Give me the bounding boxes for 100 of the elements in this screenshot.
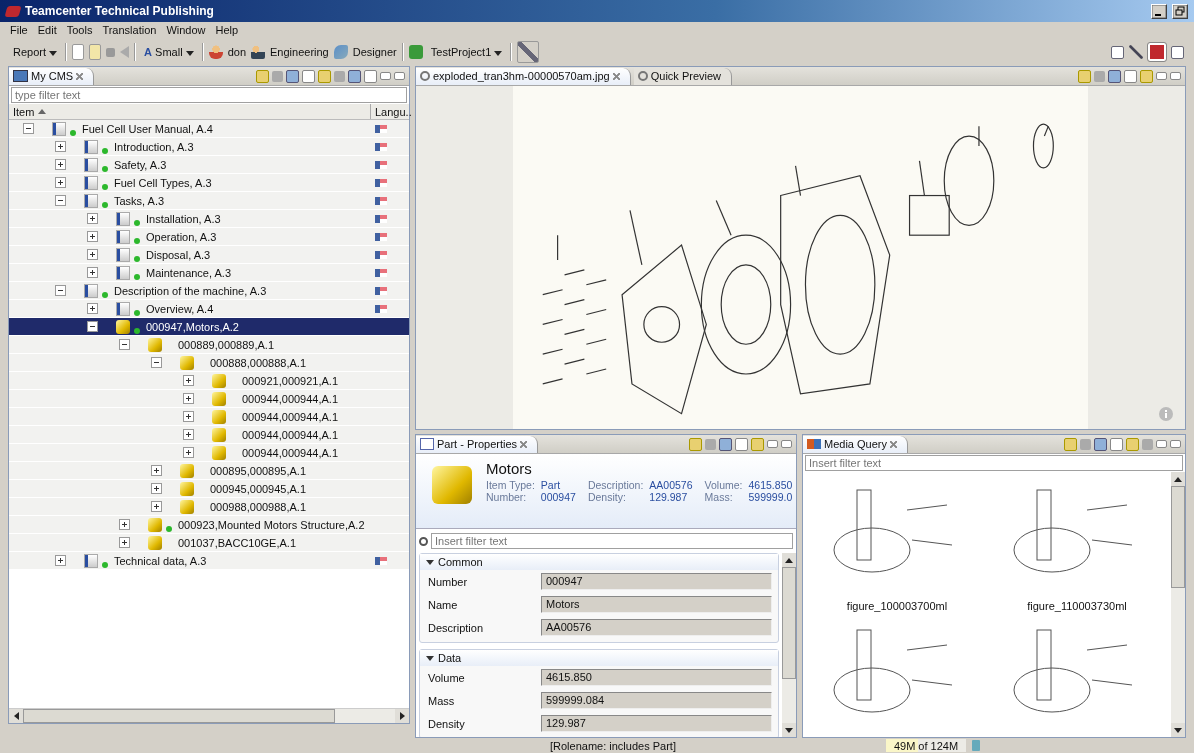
expand-toggle[interactable] [119, 519, 130, 530]
font-size-dropdown[interactable]: A Small [141, 44, 197, 60]
filter-field[interactable]: type filter text [11, 87, 407, 103]
expand-toggle[interactable] [55, 177, 66, 188]
tree-row[interactable]: 001037,BACC10GE,A.1 [9, 534, 409, 552]
menu-item[interactable]: Help [211, 24, 245, 36]
section-title[interactable]: Data [438, 652, 462, 664]
panel-tab[interactable]: Media Query [803, 435, 908, 453]
tree-row[interactable]: Disposal, A.3 [9, 246, 409, 264]
vertical-scrollbar[interactable] [1171, 472, 1185, 737]
expand-toggle[interactable] [183, 375, 194, 386]
filter-field[interactable]: Insert filter text [805, 455, 1183, 471]
tree-row[interactable]: 000888,000888,A.1 [9, 354, 409, 372]
field-label: Density [428, 717, 466, 730]
panel-tab[interactable]: Part - Properties [416, 435, 539, 453]
expand-toggle[interactable] [151, 501, 162, 512]
expand-toggle[interactable] [55, 141, 66, 152]
tree-row[interactable]: 000921,000921,A.1 [9, 372, 409, 390]
maximize-icon[interactable] [394, 72, 405, 80]
tree-row[interactable]: Safety, A.3 [9, 156, 409, 174]
role-name[interactable]: Designer [352, 46, 397, 58]
collapse-toggle[interactable] [87, 321, 98, 332]
tree-item-label: 000921,000921,A.1 [242, 374, 339, 387]
tree-row[interactable]: 000944,000944,A.1 [9, 444, 409, 462]
report-dropdown[interactable]: Report [10, 44, 61, 60]
user-name[interactable]: don [227, 46, 246, 58]
tree-row[interactable]: Operation, A.3 [9, 228, 409, 246]
maximize-icon[interactable] [781, 440, 792, 448]
tree-item-label: Safety, A.3 [114, 158, 167, 171]
tree-row[interactable]: Fuel Cell Types, A.3 [9, 174, 409, 192]
caret-icon[interactable] [426, 559, 434, 565]
tree-row[interactable]: Description of the machine, A.3 [9, 282, 409, 300]
tree-row[interactable]: Installation, A.3 [9, 210, 409, 228]
summary-label: Item Type: [486, 479, 535, 491]
panel-tab[interactable]: My CMS [9, 67, 95, 85]
tree-row[interactable]: 000988,000988,A.1 [9, 498, 409, 516]
collapse-toggle[interactable] [55, 195, 66, 206]
expand-toggle[interactable] [183, 411, 194, 422]
expand-toggle[interactable] [183, 447, 194, 458]
expand-toggle[interactable] [183, 393, 194, 404]
collapse-toggle[interactable] [119, 339, 130, 350]
perspective-icon[interactable] [1148, 43, 1166, 61]
menu-item[interactable]: Window [162, 24, 212, 36]
horizontal-scrollbar[interactable] [9, 708, 409, 723]
vertical-scrollbar[interactable] [782, 553, 796, 737]
collapse-toggle[interactable] [151, 357, 162, 368]
maximize-icon[interactable] [1170, 72, 1181, 80]
menu-item[interactable]: Tools [62, 24, 99, 36]
tree-row[interactable]: Maintenance, A.3 [9, 264, 409, 282]
summary-value: AA00576 [649, 479, 693, 491]
cube-icon [212, 409, 226, 424]
expand-toggle[interactable] [151, 483, 162, 494]
expand-toggle[interactable] [87, 231, 98, 242]
tree-row[interactable]: 000945,000945,A.1 [9, 480, 409, 498]
memory-meter[interactable]: 49M of 124M [886, 739, 966, 752]
tree-row[interactable]: Introduction, A.3 [9, 138, 409, 156]
menu-item[interactable]: Edit [33, 24, 63, 36]
cube-icon [180, 463, 194, 478]
tree-row[interactable]: Overview, A.4 [9, 300, 409, 318]
expand-toggle[interactable] [87, 213, 98, 224]
expand-toggle[interactable] [87, 249, 98, 260]
expand-toggle[interactable] [87, 267, 98, 278]
group-name[interactable]: Engineering [270, 46, 329, 58]
collapse-toggle[interactable] [23, 123, 34, 134]
tree-row[interactable]: Technical data, A.3 [9, 552, 409, 570]
document-icon [116, 265, 130, 280]
document-icon[interactable] [72, 44, 85, 60]
field-label: Mass [428, 694, 456, 707]
project-dropdown[interactable]: TestProject1 [427, 44, 506, 60]
expand-toggle[interactable] [87, 303, 98, 314]
expand-toggle[interactable] [55, 555, 66, 566]
tree-row[interactable]: 000895,000895,A.1 [9, 462, 409, 480]
info-icon[interactable] [1159, 407, 1173, 421]
filter-field[interactable]: Insert filter text [431, 533, 793, 549]
expand-toggle[interactable] [183, 429, 194, 440]
expand-toggle[interactable] [55, 159, 66, 170]
tree-row[interactable]: Tasks, A.3 [9, 192, 409, 210]
tree-row[interactable]: 000923,Mounted Motors Structure,A.2 [9, 516, 409, 534]
caret-icon[interactable] [426, 655, 434, 661]
minimize-icon[interactable] [1151, 3, 1167, 19]
section-title[interactable]: Common [438, 556, 483, 568]
collapse-toggle[interactable] [55, 285, 66, 296]
tree-row[interactable]: 000944,000944,A.1 [9, 390, 409, 408]
tree-row[interactable]: 000889,000889,A.1 [9, 336, 409, 354]
read-only-field: 4615.850 [541, 669, 772, 686]
editor-tab[interactable]: exploded_tran3hm-00000570am.jpg [416, 67, 631, 85]
menu-item[interactable]: Translation [98, 24, 163, 36]
expand-toggle[interactable] [119, 537, 130, 548]
summary-value: Part [540, 479, 562, 491]
menu-item[interactable]: File [6, 24, 34, 36]
tree-row[interactable]: Fuel Cell User Manual, A.4 [9, 120, 409, 138]
document-icon[interactable] [89, 44, 102, 60]
maximize-icon[interactable] [1170, 440, 1181, 448]
restore-icon[interactable] [1172, 3, 1188, 19]
column-header[interactable]: Langu.. [371, 104, 409, 119]
expand-toggle[interactable] [151, 465, 162, 476]
tree-row[interactable]: 000944,000944,A.1 [9, 426, 409, 444]
tree-item-label: 000944,000944,A.1 [242, 428, 339, 441]
tree-row[interactable]: 000944,000944,A.1 [9, 408, 409, 426]
tree-row[interactable]: 000947,Motors,A.2 [9, 318, 409, 336]
